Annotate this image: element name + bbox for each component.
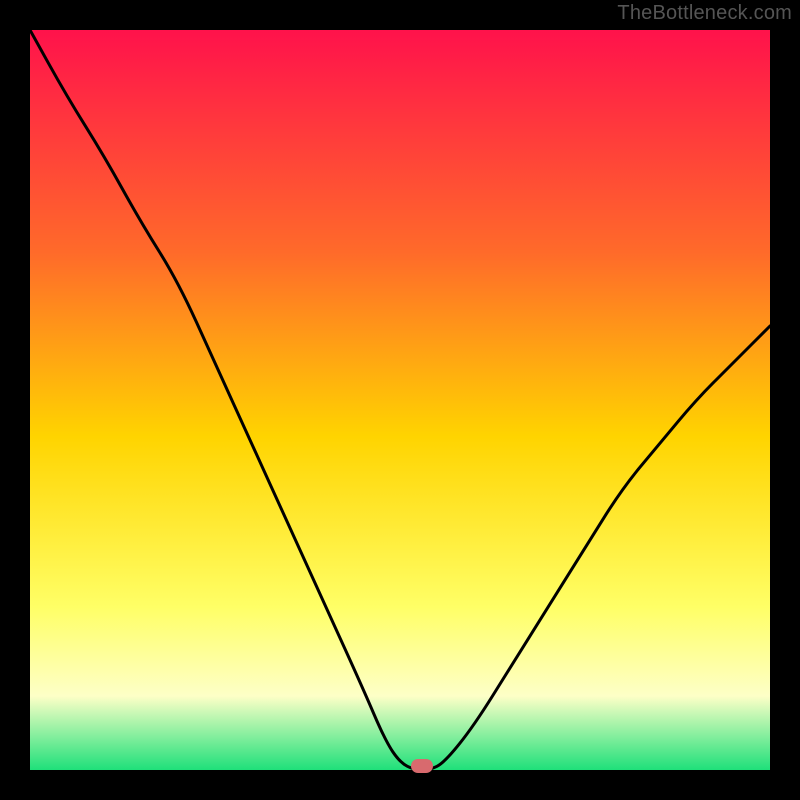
chart-frame: TheBottleneck.com [0, 0, 800, 800]
optimal-point-marker [411, 759, 433, 773]
gradient-background [30, 30, 770, 770]
bottleneck-chart [30, 30, 770, 770]
watermark-text: TheBottleneck.com [617, 2, 792, 25]
